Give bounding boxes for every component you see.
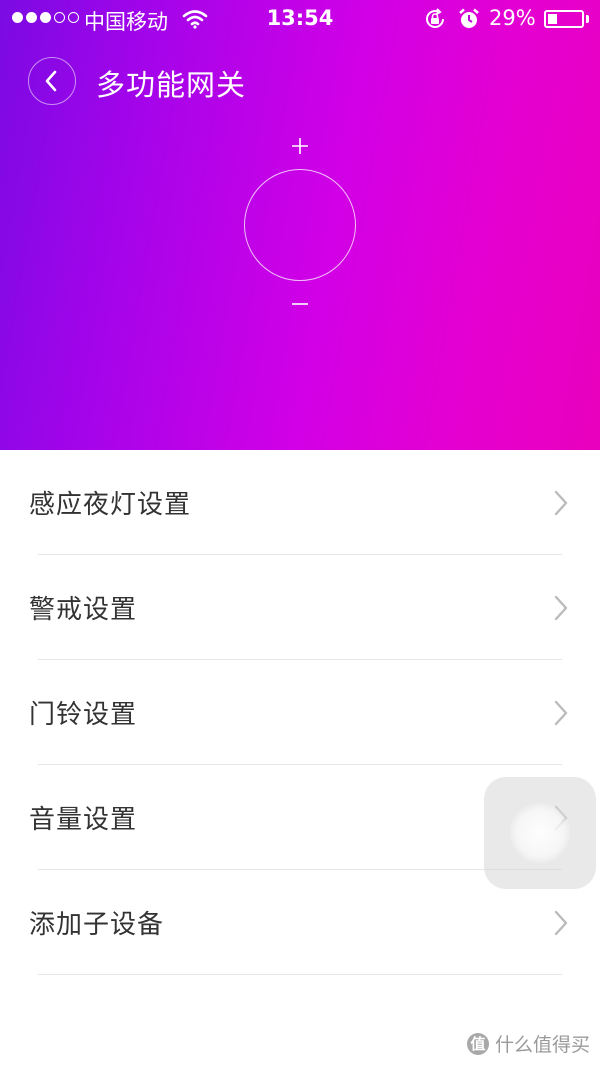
settings-item-label: 添加子设备	[29, 910, 165, 940]
plus-icon	[292, 138, 308, 154]
back-button[interactable]	[28, 57, 76, 105]
battery-icon	[544, 10, 584, 28]
settings-item-label: 门铃设置	[29, 700, 138, 730]
assistive-touch-dot	[510, 803, 570, 863]
settings-item-label: 感应夜灯设置	[29, 490, 192, 520]
status-bar: 中国移动 13:54 29%	[0, 0, 600, 40]
control-dial[interactable]	[244, 169, 356, 281]
watermark-text: 什么值得买	[494, 1034, 590, 1056]
assistive-touch-button[interactable]	[484, 777, 596, 889]
watermark-logo: 值	[466, 1032, 489, 1055]
minus-icon	[292, 303, 308, 305]
gateway-hero-panel: 中国移动 13:54 29% 多功能网关	[0, 0, 600, 450]
chevron-right-icon	[554, 490, 568, 516]
settings-item-night-light[interactable]: 感应夜灯设置	[0, 450, 600, 555]
settings-list: 感应夜灯设置 警戒设置 门铃设置 音量设置 添加子设备	[0, 450, 600, 975]
page-title: 多功能网关	[96, 68, 247, 102]
increase-button[interactable]	[284, 130, 316, 162]
settings-item-label: 警戒设置	[29, 595, 138, 625]
rotation-lock-icon	[424, 8, 446, 35]
screen: 中国移动 13:54 29% 多功能网关 感应夜灯设置 警戒设置 门铃设置 音量…	[0, 0, 600, 1065]
chevron-right-icon	[554, 595, 568, 621]
watermark: 值 什么值得买	[466, 1030, 590, 1057]
decrease-button[interactable]	[284, 288, 316, 320]
settings-item-alarm[interactable]: 警戒设置	[0, 555, 600, 660]
settings-item-label: 音量设置	[29, 805, 138, 835]
chevron-left-icon	[45, 70, 57, 92]
settings-item-doorbell[interactable]: 门铃设置	[0, 660, 600, 765]
alarm-icon	[458, 8, 480, 35]
battery-percentage: 29%	[489, 6, 536, 30]
divider	[38, 974, 562, 975]
battery-level-fill	[548, 14, 557, 24]
battery-tip	[586, 15, 589, 23]
chevron-right-icon	[554, 700, 568, 726]
chevron-right-icon	[554, 910, 568, 936]
